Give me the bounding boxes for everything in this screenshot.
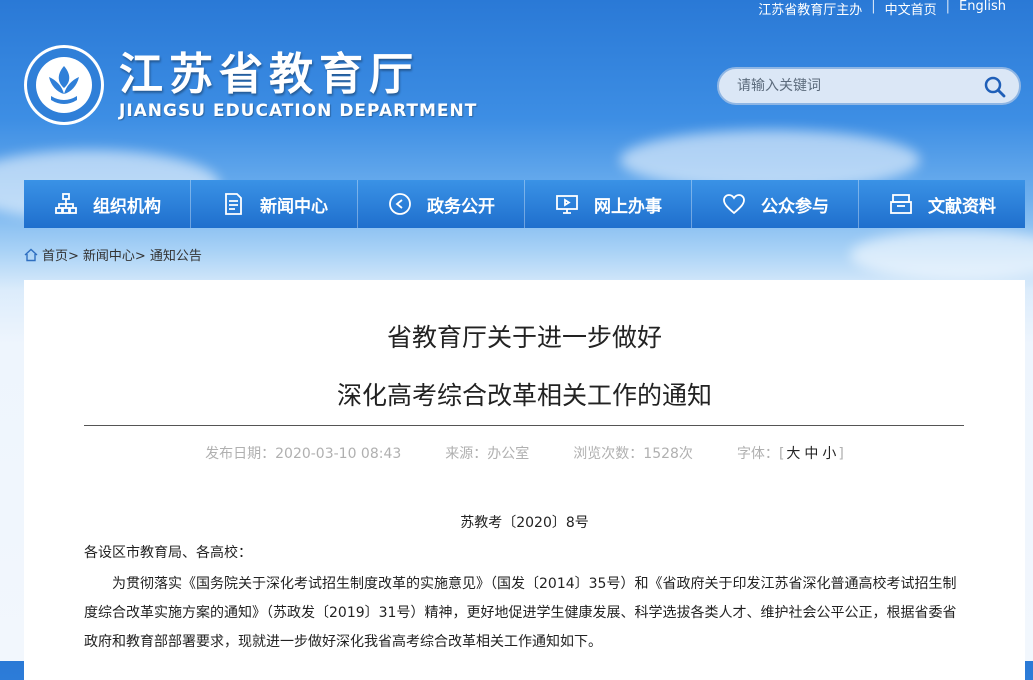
main-nav: 组织机构 新闻中心 政务公开 网上办事 公众参与 文献资料: [24, 180, 1025, 228]
nav-label: 网上办事: [594, 196, 662, 217]
education-seal-icon: [24, 45, 104, 125]
title-divider: [84, 425, 964, 426]
article-title-line2: 深化高考综合改革相关工作的通知: [336, 381, 712, 410]
site-title: 江苏省教育厅: [119, 49, 419, 100]
org-chart-icon: [55, 193, 77, 214]
chinese-home-link[interactable]: 中文首页: [876, 0, 946, 18]
divider: |: [871, 0, 876, 14]
font-medium-button[interactable]: 中: [804, 446, 818, 462]
home-icon: [24, 248, 38, 261]
nav-item-public-participation[interactable]: 公众参与: [692, 180, 859, 228]
font-size-label: 字体：: [736, 446, 779, 462]
host-label: 江苏省教育厅主办: [758, 3, 863, 18]
nav-label: 组织机构: [93, 196, 161, 217]
divider: |: [945, 0, 951, 14]
font-size-controls: 字体：[大中小]: [736, 446, 844, 462]
article-panel: 省教育厅关于进一步做好 深化高考综合改革相关工作的通知 发布日期：2020-03…: [24, 280, 1025, 680]
article-title-line1: 省教育厅关于进一步做好: [386, 323, 662, 352]
salutation: 各设区市教育局、各高校：: [84, 545, 252, 561]
nav-item-organization[interactable]: 组织机构: [24, 180, 191, 228]
publish-date: 发布日期：2020-03-10 08:43: [205, 446, 402, 462]
archive-icon: [890, 194, 912, 214]
play-circle-icon: [389, 193, 411, 215]
site-subtitle: JIANGSU EDUCATION DEPARTMENT: [119, 101, 478, 121]
nav-item-government-affairs[interactable]: 政务公开: [358, 180, 525, 228]
english-link[interactable]: English: [950, 0, 1015, 18]
font-large-button[interactable]: 大: [786, 446, 800, 462]
document-icon: [225, 193, 242, 215]
search-icon[interactable]: [983, 75, 1007, 99]
breadcrumb-current: 通知公告: [149, 249, 202, 264]
cloud-decoration: [850, 230, 1033, 280]
article-source: 来源：办公室: [445, 446, 530, 462]
view-count: 浏览次数：1528次: [573, 446, 693, 462]
top-links: 江苏省教育厅主办 | 中文首页 | English: [749, 0, 1015, 18]
nav-label: 公众参与: [761, 196, 829, 217]
heart-icon: [723, 194, 745, 215]
nav-item-documents[interactable]: 文献资料: [859, 180, 1025, 228]
nav-item-news[interactable]: 新闻中心: [191, 180, 358, 228]
monitor-icon: [556, 195, 578, 214]
breadcrumb: 首页> 新闻中心> 通知公告: [24, 245, 202, 264]
search-box: [717, 67, 1021, 105]
breadcrumb-news[interactable]: 新闻中心>: [83, 245, 146, 264]
document-number: 苏教考〔2020〕8号: [460, 515, 589, 531]
nav-label: 新闻中心: [260, 196, 328, 217]
nav-label: 政务公开: [427, 196, 495, 217]
breadcrumb-home[interactable]: 首页>: [42, 245, 79, 264]
site-logo[interactable]: 江苏省教育厅 JIANGSU EDUCATION DEPARTMENT: [23, 44, 477, 126]
font-small-button[interactable]: 小: [822, 446, 836, 462]
nav-label: 文献资料: [928, 196, 996, 217]
search-input[interactable]: [735, 77, 969, 95]
article-body-paragraph: 为贯彻落实《国务院关于深化考试招生制度改革的实施意见》（国发〔2014〕35号）…: [84, 576, 957, 650]
nav-item-online-services[interactable]: 网上办事: [525, 180, 692, 228]
article-meta: 发布日期：2020-03-10 08:43 来源：办公室 浏览次数：1528次 …: [24, 443, 1025, 463]
